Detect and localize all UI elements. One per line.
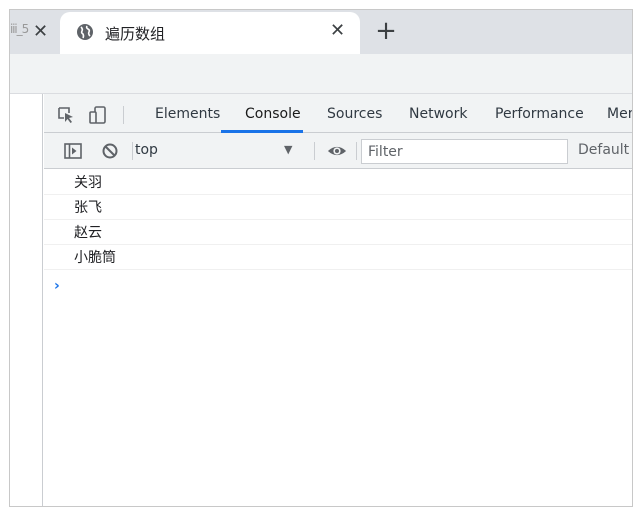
console-message: 赵云: [44, 220, 632, 245]
context-selector[interactable]: top: [135, 142, 158, 158]
toolbar-divider: [123, 106, 124, 124]
screenshot-frame: ⅲ_5 ✕ 遍历数组 ✕ + Elements Console Sources …: [0, 0, 643, 516]
browser-window: ⅲ_5 ✕ 遍历数组 ✕ + Elements Console Sources …: [9, 9, 633, 507]
filter-input[interactable]: [362, 140, 567, 163]
toolbar-divider: [314, 142, 315, 160]
console-message-text: 小脆筒: [74, 250, 116, 266]
clear-console-icon[interactable]: [100, 141, 120, 161]
console-output: 关羽 张飞 赵云 小脆筒 ›: [44, 170, 632, 506]
tab-elements[interactable]: Elements: [155, 94, 220, 133]
live-expression-eye-icon[interactable]: [327, 141, 347, 161]
page-content: [10, 94, 43, 506]
console-toolbar: top ▼ Default l: [44, 133, 632, 169]
tab-memory[interactable]: Mem: [607, 94, 632, 133]
console-message: 张飞: [44, 195, 632, 220]
tab-close-icon[interactable]: ✕: [330, 19, 345, 43]
console-message: 关羽: [44, 170, 632, 195]
browser-toolbar: [10, 54, 632, 94]
device-toolbar-icon[interactable]: [88, 105, 108, 125]
tab-previous-close-icon[interactable]: ✕: [33, 20, 48, 44]
console-message-text: 赵云: [74, 225, 102, 241]
console-message-text: 关羽: [74, 175, 102, 191]
tab-previous-title-fragment: ⅲ_5: [10, 22, 29, 36]
tab-active[interactable]: 遍历数组 ✕: [60, 12, 360, 54]
toolbar-divider: [356, 142, 357, 160]
log-levels-dropdown[interactable]: Default l: [578, 142, 632, 158]
console-message: 小脆筒: [44, 245, 632, 270]
filter-field[interactable]: [361, 139, 568, 164]
sidebar-toggle-icon[interactable]: [63, 141, 83, 161]
tab-strip: ⅲ_5 ✕ 遍历数组 ✕ +: [10, 10, 632, 54]
tab-previous[interactable]: ⅲ_5 ✕: [10, 10, 60, 54]
devtools-panel: Elements Console Sources Network Perform…: [44, 94, 632, 506]
console-prompt-icon[interactable]: ›: [54, 278, 60, 294]
tab-performance[interactable]: Performance: [495, 94, 584, 133]
console-message-text: 张飞: [74, 200, 102, 216]
toolbar-divider: [132, 142, 133, 160]
devtools-tab-bar: Elements Console Sources Network Perform…: [44, 94, 632, 133]
inspect-element-icon[interactable]: [56, 105, 76, 125]
tab-network[interactable]: Network: [409, 94, 467, 133]
globe-icon: [77, 24, 93, 40]
tab-console[interactable]: Console: [245, 94, 301, 133]
new-tab-button[interactable]: +: [372, 18, 400, 46]
tab-title: 遍历数组: [105, 25, 166, 43]
dropdown-arrow-icon[interactable]: ▼: [284, 143, 292, 156]
tab-sources[interactable]: Sources: [327, 94, 382, 133]
